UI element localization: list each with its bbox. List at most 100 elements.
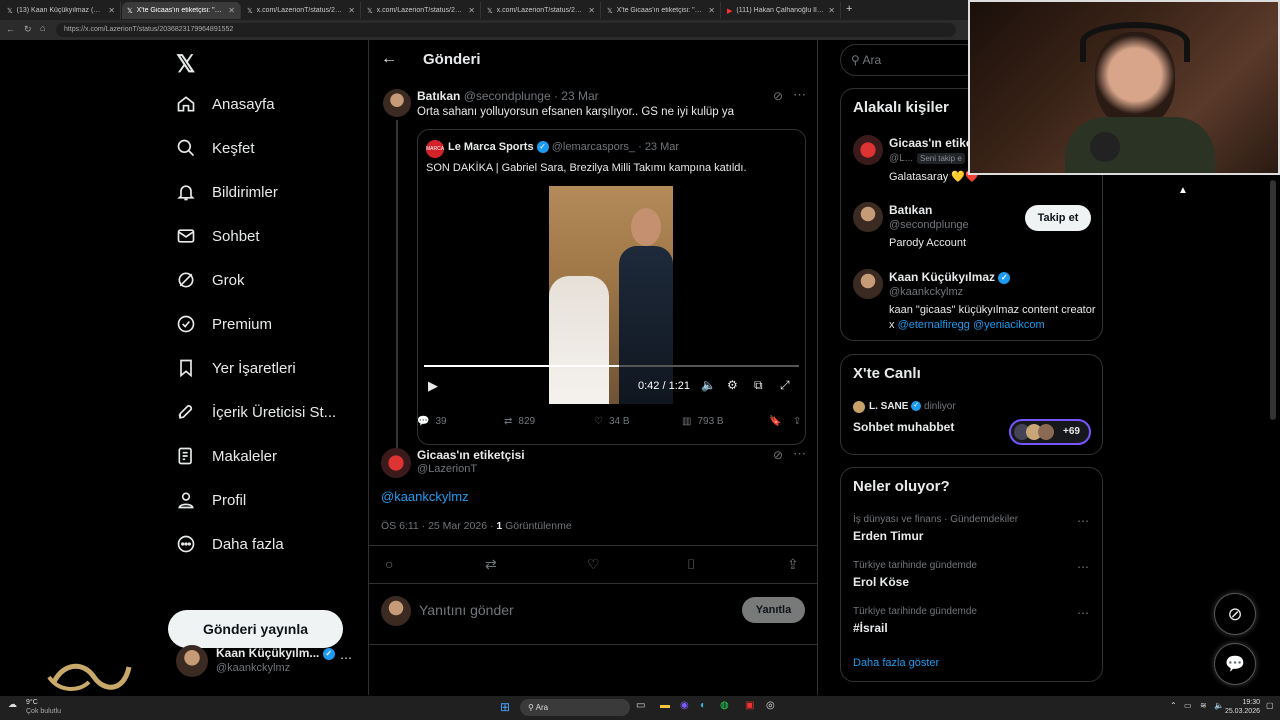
wifi-icon[interactable]: ≋ bbox=[1200, 701, 1207, 710]
repost-icon[interactable]: ⇄ bbox=[485, 556, 497, 573]
weather-icon[interactable]: ☁ bbox=[8, 699, 17, 710]
video-player[interactable]: ▶ 0:42 / 1:21 🔈 ⚙ ⧉ ⤢ bbox=[418, 186, 805, 404]
share-action[interactable]: ⇪ bbox=[793, 416, 801, 427]
chrome-icon[interactable]: ◍ bbox=[720, 700, 729, 711]
person-name[interactable]: Gicaas'ın etike bbox=[889, 136, 973, 150]
tweet-date[interactable]: · 23 Mar bbox=[554, 89, 599, 103]
volume-icon[interactable]: 🔈 bbox=[701, 378, 716, 392]
person-name[interactable]: Kaan Küçükyılmaz bbox=[889, 270, 995, 284]
settings-icon[interactable]: ⚙ bbox=[727, 378, 738, 392]
close-icon[interactable]: ✕ bbox=[708, 6, 715, 15]
person-name[interactable]: Batıkan bbox=[889, 203, 932, 217]
x-logo-icon[interactable]: 𝕏 bbox=[176, 50, 195, 79]
reply-action[interactable]: 💬 39 bbox=[417, 416, 447, 427]
obs-icon[interactable]: ◎ bbox=[766, 700, 775, 711]
heart-icon[interactable]: ♡ bbox=[587, 556, 600, 573]
task-view-icon[interactable]: ▭ bbox=[636, 700, 645, 711]
more-icon[interactable]: ⋯ bbox=[1077, 560, 1089, 574]
reply-icon[interactable]: ○ bbox=[385, 556, 393, 572]
clock-date[interactable]: 25.03.2026 bbox=[1224, 708, 1260, 715]
like-action[interactable]: ♡ 34 B bbox=[594, 416, 630, 427]
views-action[interactable]: ▥ 793 B bbox=[682, 416, 724, 427]
mention-link[interactable]: @yeniacikcom bbox=[973, 319, 1045, 331]
nav-chat[interactable]: Sohbet bbox=[176, 226, 260, 246]
explorer-icon[interactable]: ▬ bbox=[660, 700, 670, 711]
close-icon[interactable]: ✕ bbox=[828, 6, 835, 15]
messages-fab[interactable]: 💬 bbox=[1214, 643, 1256, 685]
scrollbar-thumb[interactable] bbox=[1270, 180, 1276, 420]
space-listeners[interactable]: +69 bbox=[1009, 419, 1091, 445]
bookmark-action[interactable]: 🔖 bbox=[769, 416, 781, 427]
browser-tab[interactable]: 𝕏x.com/LazerionT/status/20368231✕ bbox=[242, 2, 361, 19]
reload-icon[interactable]: ↻ bbox=[24, 24, 32, 35]
reply-input[interactable]: Yanıtını gönder bbox=[419, 602, 719, 622]
nav-articles[interactable]: Makaleler bbox=[176, 446, 277, 466]
taskbar-search[interactable]: ⚲ Ara bbox=[520, 699, 630, 716]
follow-button[interactable]: Takip et bbox=[1025, 205, 1091, 231]
reply-button[interactable]: Yanıtla bbox=[742, 597, 805, 623]
nav-profile[interactable]: Profil bbox=[176, 490, 246, 510]
search-input[interactable]: ⚲ Ara bbox=[840, 44, 980, 76]
browser-tab[interactable]: 𝕏(13) Kaan Küçükyılmaz (@kaankc✕ bbox=[2, 2, 121, 19]
tweet-timestamp[interactable]: ÖS 6:11 · 25 Mar 2026 · bbox=[381, 520, 496, 532]
author-name[interactable]: Gicaas'ın etiketçisi bbox=[417, 448, 525, 462]
mention-link[interactable]: @eternalfiregg bbox=[898, 319, 970, 331]
home-button-icon[interactable]: ⌂ bbox=[40, 23, 45, 33]
nav-premium[interactable]: Premium bbox=[176, 314, 272, 334]
show-more-link[interactable]: Daha fazla göster bbox=[853, 657, 939, 669]
back-icon[interactable]: ← bbox=[6, 24, 15, 34]
grok-icon[interactable]: ⊘ bbox=[773, 448, 783, 462]
avatar[interactable] bbox=[381, 448, 411, 478]
more-icon[interactable]: ⋯ bbox=[340, 651, 352, 665]
nav-creator-studio[interactable]: İçerik Üreticisi St... bbox=[176, 402, 336, 422]
more-icon[interactable]: ⋯ bbox=[793, 446, 806, 462]
nav-explore[interactable]: Keşfet bbox=[176, 138, 255, 158]
grok-icon[interactable]: ⊘ bbox=[773, 89, 783, 103]
browser-tab[interactable]: 𝕏x.com/LazerionT/status/20368231✕ bbox=[482, 2, 601, 19]
account-switcher[interactable]: Kaan Küçükyılm... ✓ @kaankckylmz ⋯ bbox=[176, 645, 356, 685]
trend-item[interactable]: Türkiye tarihinde gündemde Erol Köse bbox=[853, 560, 1093, 589]
author-name[interactable]: Batıkan bbox=[417, 89, 460, 103]
nav-notifications[interactable]: Bildirimler bbox=[176, 182, 278, 202]
more-icon[interactable]: ⋯ bbox=[1077, 514, 1089, 528]
volume-icon[interactable]: 🔈 bbox=[1214, 701, 1224, 710]
nav-bookmarks[interactable]: Yer İşaretleri bbox=[176, 358, 296, 378]
more-icon[interactable]: ⋯ bbox=[793, 87, 806, 103]
share-icon[interactable]: ⇪ bbox=[787, 556, 799, 573]
browser-tab[interactable]: 𝕏X'te Gicaas'ın etiketçisi: "@atavrat✕ bbox=[602, 2, 721, 19]
post-button[interactable]: Gönderi yayınla bbox=[168, 610, 343, 648]
back-arrow-icon[interactable]: ← bbox=[381, 50, 397, 68]
trend-item[interactable]: İş dünyası ve finans · Gündemdekiler Erde… bbox=[853, 514, 1093, 543]
quoted-tweet[interactable]: MARCA Le Marca Sports ✓ @lemarcaspors_ ·… bbox=[417, 129, 806, 445]
mention-link[interactable]: @kaankckylmz bbox=[381, 489, 469, 504]
bookmark-icon[interactable]: ⌷ bbox=[687, 556, 695, 573]
repost-action[interactable]: ⇄ 829 bbox=[504, 416, 535, 427]
avatar[interactable] bbox=[853, 135, 883, 165]
author-handle[interactable]: @LazerionT bbox=[417, 463, 477, 475]
tray-chevron-icon[interactable]: ⌃ bbox=[1170, 701, 1177, 710]
browser-tab[interactable]: 𝕏x.com/LazerionT/status/20368234✕ bbox=[362, 2, 481, 19]
notification-icon[interactable]: ▢ bbox=[1266, 701, 1274, 710]
network-icon[interactable]: ▭ bbox=[1184, 701, 1192, 710]
address-bar[interactable]: https://x.com/LazerionT/status/203682317… bbox=[56, 23, 956, 37]
close-icon[interactable]: ✕ bbox=[108, 6, 115, 15]
clock-time[interactable]: 19:30 bbox=[1230, 699, 1260, 706]
trend-item[interactable]: Türkiye tarihinde gündemde #İsrail bbox=[853, 606, 1093, 635]
edge-icon[interactable]: ◐ bbox=[700, 700, 706, 711]
discord-icon[interactable]: ◉ bbox=[680, 700, 689, 711]
grok-fab[interactable]: ⊘ bbox=[1214, 593, 1256, 635]
new-tab-icon[interactable]: + bbox=[846, 3, 852, 15]
avatar[interactable] bbox=[853, 269, 883, 299]
play-icon[interactable]: ▶ bbox=[428, 378, 438, 394]
nav-home[interactable]: Anasayfa bbox=[176, 94, 275, 114]
avatar[interactable] bbox=[853, 202, 883, 232]
avatar[interactable] bbox=[383, 89, 411, 117]
start-icon[interactable]: ⊞ bbox=[500, 700, 510, 714]
video-progress-track[interactable] bbox=[424, 365, 799, 367]
close-icon[interactable]: ✕ bbox=[588, 6, 595, 15]
pip-icon[interactable]: ⧉ bbox=[754, 378, 763, 393]
close-icon[interactable]: ✕ bbox=[228, 6, 235, 15]
more-icon[interactable]: ⋯ bbox=[1077, 606, 1089, 620]
close-icon[interactable]: ✕ bbox=[348, 6, 355, 15]
host-name[interactable]: L. SANE bbox=[869, 401, 908, 412]
